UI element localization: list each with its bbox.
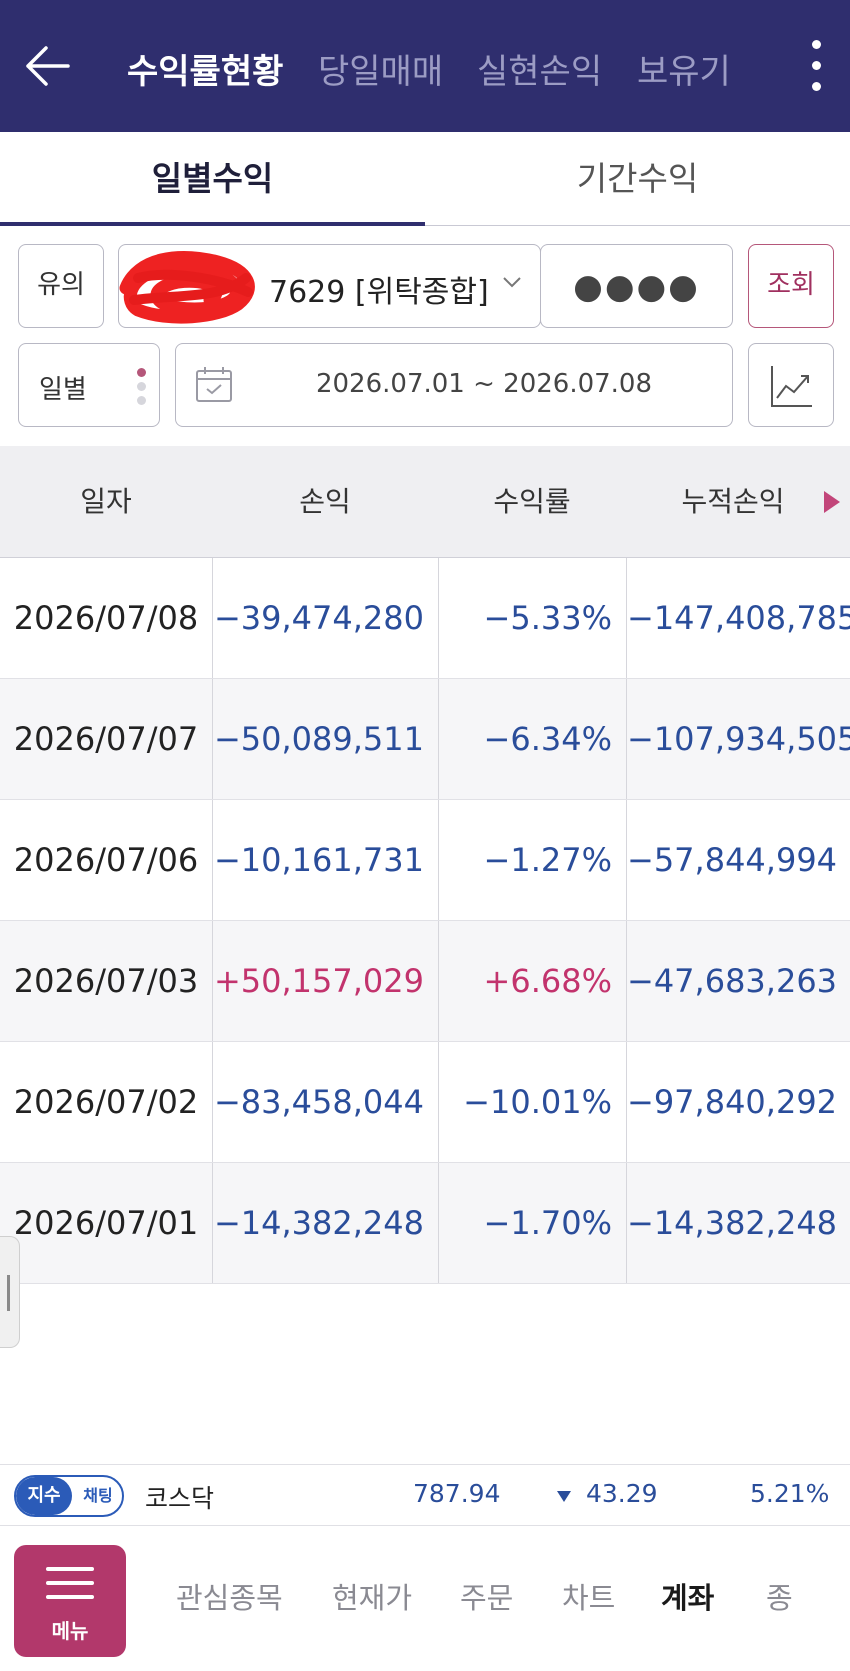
password-field[interactable]: ●●●● — [540, 244, 733, 328]
col-date: 일자 — [80, 485, 132, 518]
index-price: 787.94 — [413, 1479, 501, 1508]
chart-button[interactable] — [748, 343, 834, 427]
col-return-rate: 수익률 — [493, 485, 571, 518]
nav-chart[interactable]: 차트 — [562, 1575, 615, 1617]
cell-return-rate: −6.34% — [438, 679, 626, 799]
cell-return-rate: +6.68% — [438, 921, 626, 1041]
cell-profit-loss: −10,161,731 — [212, 800, 438, 920]
menu-button[interactable]: 메뉴 — [14, 1545, 126, 1657]
nav-order[interactable]: 주문 — [460, 1575, 513, 1617]
cell-return-rate: −1.70% — [438, 1163, 626, 1283]
col-profit-loss: 손익 — [299, 485, 351, 518]
nav-current-price[interactable]: 현재가 — [332, 1575, 412, 1617]
cell-profit-loss: −83,458,044 — [212, 1042, 438, 1162]
hamburger-icon — [46, 1567, 94, 1609]
cell-profit-loss: +50,157,029 — [212, 921, 438, 1041]
index-ticker-bar[interactable]: 지수 채팅 코스닥 787.94 43.29 5.21% — [0, 1464, 850, 1526]
cell-date: 2026/07/02 — [13, 1083, 199, 1121]
sub-tabs: 일별수익 기간수익 — [0, 132, 850, 226]
cell-cumulative: −47,683,263 — [626, 921, 850, 1041]
index-change-rate: 5.21% — [750, 1479, 830, 1508]
period-select[interactable]: 일별 — [18, 343, 160, 427]
menu-label: 메뉴 — [51, 1619, 89, 1643]
chevron-down-icon[interactable] — [500, 270, 524, 294]
header-tab-returns[interactable]: 수익률현황 — [127, 44, 283, 93]
chat-toggle[interactable]: 채팅 — [74, 1477, 122, 1515]
cell-cumulative: −147,408,785 — [626, 558, 850, 678]
cell-cumulative: −57,844,994 — [626, 800, 850, 920]
cell-return-rate: −1.27% — [438, 800, 626, 920]
cell-profit-loss: −50,089,511 — [212, 679, 438, 799]
table-row[interactable]: 2026/07/07 −50,089,511 −6.34% −107,934,5… — [0, 679, 850, 800]
period-label: 일별 — [39, 375, 87, 405]
account-type-button[interactable]: 유의 — [18, 244, 104, 328]
password-mask: ●●●● — [573, 267, 700, 307]
date-range-text: 2026.07.01 ~ 2026.07.08 — [315, 369, 653, 399]
more-options-icon[interactable] — [806, 40, 826, 96]
tab-period-profit[interactable]: 기간수익 — [425, 132, 850, 226]
cell-date: 2026/07/08 — [13, 599, 199, 637]
redaction-scribble — [119, 251, 255, 324]
table-row[interactable]: 2026/07/01 −14,382,248 −1.70% −14,382,24… — [0, 1163, 850, 1284]
index-name: 코스닥 — [145, 1484, 215, 1513]
col-cumulative: 누적손익 — [681, 485, 785, 518]
side-drawer-handle[interactable] — [0, 1236, 20, 1348]
tab-daily-profit[interactable]: 일별수익 — [0, 132, 425, 226]
cell-cumulative: −97,840,292 — [626, 1042, 850, 1162]
query-button[interactable]: 조회 — [748, 244, 834, 328]
cell-profit-loss: −39,474,280 — [212, 558, 438, 678]
cell-cumulative: −14,382,248 — [626, 1163, 850, 1283]
cell-date: 2026/07/03 — [13, 962, 199, 1000]
line-chart-icon — [771, 366, 812, 407]
table-row[interactable]: 2026/07/08 −39,474,280 −5.33% −147,408,7… — [0, 558, 850, 679]
date-range-field[interactable]: 2026.07.01 ~ 2026.07.08 — [175, 343, 733, 427]
top-header: 수익률현황 당일매매 실현손익 보유기 — [0, 0, 850, 132]
index-chat-toggle[interactable]: 지수 채팅 — [14, 1475, 124, 1517]
account-number: 7629 [위탁종합] — [269, 275, 489, 310]
cell-date: 2026/07/06 — [13, 841, 199, 879]
table-row[interactable]: 2026/07/03 +50,157,029 +6.68% −47,683,26… — [0, 921, 850, 1042]
header-tab-daily-trades[interactable]: 당일매매 — [318, 44, 443, 93]
back-arrow-icon[interactable] — [22, 40, 74, 92]
bottom-navigation: 메뉴 관심종목 현재가 주문 차트 계좌 종 — [0, 1527, 850, 1671]
table-body: 2026/07/08 −39,474,280 −5.33% −147,408,7… — [0, 558, 850, 1284]
nav-more[interactable]: 종 — [766, 1575, 793, 1617]
cell-profit-loss: −14,382,248 — [212, 1163, 438, 1283]
index-toggle[interactable]: 지수 — [16, 1477, 72, 1515]
nav-account[interactable]: 계좌 — [661, 1575, 714, 1617]
cell-date: 2026/07/07 — [13, 720, 199, 758]
down-triangle-icon — [557, 1491, 571, 1502]
cell-cumulative: −107,934,505 — [626, 679, 850, 799]
header-tab-realized[interactable]: 실현손익 — [477, 44, 602, 93]
cell-date: 2026/07/01 — [13, 1204, 199, 1242]
active-tab-indicator — [0, 222, 425, 226]
cell-return-rate: −10.01% — [438, 1042, 626, 1162]
table-header: 일자 손익 수익률 누적손익 — [0, 446, 850, 558]
nav-watchlist[interactable]: 관심종목 — [176, 1575, 283, 1617]
scroll-right-icon[interactable] — [824, 491, 840, 513]
table-row[interactable]: 2026/07/02 −83,458,044 −10.01% −97,840,2… — [0, 1042, 850, 1163]
index-change: 43.29 — [586, 1479, 658, 1508]
header-tab-holding[interactable]: 보유기 — [637, 44, 731, 93]
period-dots-icon — [137, 368, 149, 410]
cell-return-rate: −5.33% — [438, 558, 626, 678]
table-row[interactable]: 2026/07/06 −10,161,731 −1.27% −57,844,99… — [0, 800, 850, 921]
